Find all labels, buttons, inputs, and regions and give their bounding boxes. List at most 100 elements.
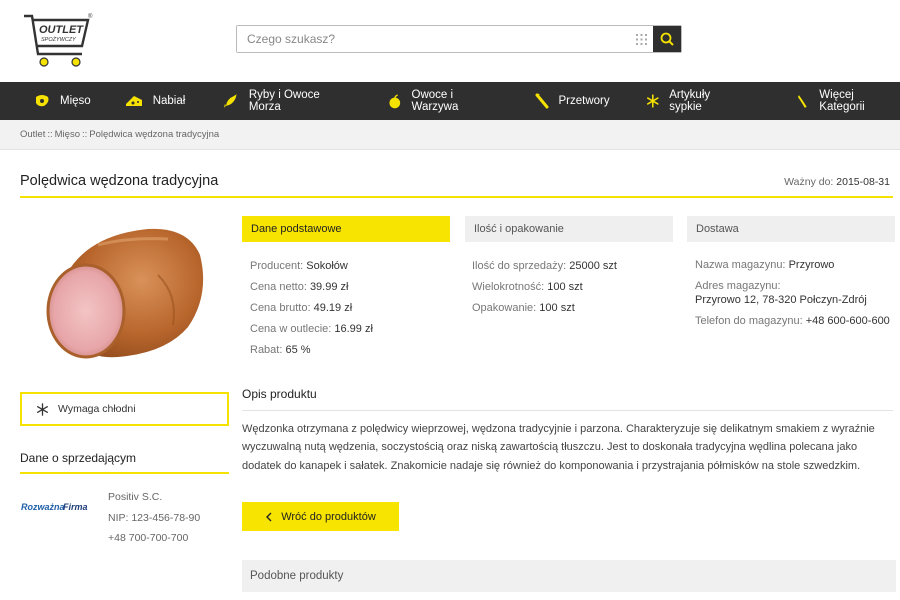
info-label: Producent: — [250, 260, 304, 272]
info-value: Przyrowo — [788, 259, 835, 271]
info-label: Telefon do magazynu: — [695, 315, 803, 327]
apple-icon — [389, 94, 401, 108]
header: OUTLET SPOŻYWCZY ® — [0, 0, 900, 82]
valid-until-label: Ważny do: — [784, 176, 834, 188]
svg-text:Firma: Firma — [63, 502, 88, 512]
info-value: 25000 szt — [569, 260, 617, 272]
info-row-phone: Telefon do magazynu: +48 600-600-600 — [695, 314, 890, 328]
svg-text:OUTLET: OUTLET — [39, 24, 84, 36]
info-row-warehouse: Nazwa magazynu: Przyrowo — [695, 258, 890, 272]
search-bar — [236, 25, 682, 53]
nav-item-label: Owoce i Warzywa — [411, 89, 459, 113]
search-button[interactable] — [653, 26, 681, 52]
info-label: Rabat: — [250, 344, 283, 356]
snowflake-icon — [37, 402, 48, 416]
tab-delivery[interactable]: Dostawa — [687, 216, 895, 242]
info-label: Cena brutto: — [250, 302, 311, 314]
info-value: 100 szt — [539, 302, 575, 314]
info-row-address-label: Adres magazynu: — [695, 280, 781, 292]
breadcrumb-separator: :: — [81, 129, 88, 140]
nav-item-label: Ryby i Owoce Morza — [248, 89, 320, 113]
basic-info-list: Producent: Sokołów Cena netto: 39.99 zł … — [250, 256, 373, 361]
tab-quantity-packaging[interactable]: Ilość i opakowanie — [465, 216, 673, 242]
breadcrumb-separator: :: — [47, 129, 53, 140]
chevron-left-icon — [266, 512, 272, 521]
info-row-gross-price: Cena brutto: 49.19 zł — [250, 298, 373, 319]
similar-products-header[interactable]: Podobne produkty — [242, 560, 896, 592]
info-row-multiplicity: Wielokrotność: 100 szt — [472, 277, 617, 298]
breadcrumb-link-outlet[interactable]: Outlet — [20, 129, 45, 140]
tab-basic-info[interactable]: Dane podstawowe — [242, 216, 450, 242]
snowflake-icon — [646, 94, 659, 108]
nav-item-fruit[interactable]: Owoce i Warzywa — [388, 82, 501, 120]
info-row-net-price: Cena netto: 39.99 zł — [250, 277, 373, 298]
nav-item-label: Nabiał — [152, 95, 186, 107]
product-image[interactable] — [38, 215, 214, 365]
more-icon — [797, 95, 807, 108]
nav-item-meat[interactable]: Mięso — [34, 82, 91, 120]
seller-heading: Dane o sprzedającym — [20, 451, 137, 465]
description-divider — [242, 410, 893, 411]
requires-cold-storage-box: Wymaga chłodni — [20, 392, 229, 426]
svg-text:SPOŻYWCZY: SPOŻYWCZY — [41, 36, 76, 43]
info-value: 39.99 zł — [309, 281, 349, 293]
info-label: Wielokrotność: — [472, 281, 545, 293]
info-value: Przyrowo 12, 78-320 Połczyn-Zdrój — [695, 294, 867, 306]
info-label: Cena netto: — [250, 281, 307, 293]
info-value: +48 600-600-600 — [805, 315, 890, 327]
info-row-address: Przyrowo 12, 78-320 Połczyn-Zdrój — [695, 293, 890, 307]
info-row-producer: Producent: Sokołów — [250, 256, 373, 277]
fish-icon — [224, 94, 237, 108]
nav-item-label: Artykuły sypkie — [669, 89, 711, 113]
info-label: Ilość do sprzedaży: — [472, 260, 567, 272]
valid-until-date: 2015-08-31 — [836, 176, 890, 188]
search-input[interactable] — [237, 26, 629, 52]
nav-item-preserves[interactable]: Przetwory — [535, 82, 610, 120]
quantity-info-list: Ilość do sprzedaży: 25000 szt Wielokrotn… — [472, 256, 617, 319]
seller-phone: +48 700-700-700 — [108, 532, 189, 544]
info-label: Nazwa magazynu: — [695, 259, 786, 271]
search-icon — [660, 32, 674, 46]
svg-text:Rozważna: Rozważna — [21, 502, 65, 512]
seller-divider — [20, 472, 229, 474]
info-label: Opakowanie: — [472, 302, 537, 314]
nav-item-dry-goods[interactable]: Artykuły sypkie — [646, 82, 744, 120]
nav-item-label: Więcej Kategorii — [819, 89, 865, 113]
info-value: 100 szt — [547, 281, 583, 293]
seller-info: Positiv S.C. NIP: 123-456-78-90 +48 700-… — [108, 487, 200, 549]
breadcrumb-link-category[interactable]: Mięso — [55, 129, 80, 140]
title-divider — [20, 196, 893, 198]
nav-item-label: Przetwory — [558, 95, 610, 107]
jar-icon — [535, 93, 549, 109]
description-heading: Opis produktu — [242, 387, 317, 401]
info-value: 65 % — [285, 344, 311, 356]
info-row-outlet-price: Cena w outlecie: 16.99 zł — [250, 319, 373, 340]
info-row-packaging: Opakowanie: 100 szt — [472, 298, 617, 319]
info-label: Cena w outlecie: — [250, 323, 332, 335]
description-text: Wędzonka otrzymana z polędwicy wieprzowe… — [242, 423, 875, 472]
info-row-discount: Rabat: 65 % — [250, 340, 373, 361]
nav-item-dairy[interactable]: Nabiał — [125, 82, 186, 120]
valid-until: Ważny do: 2015-08-31 — [784, 176, 890, 188]
nav-item-fish[interactable]: Ryby i Owoce Morza — [223, 82, 352, 120]
nav-item-more[interactable]: Więcej Kategorii — [796, 82, 900, 120]
seller-name: Positiv S.C. — [108, 491, 163, 503]
seller-logo[interactable]: Rozważna Firma — [20, 500, 94, 514]
cart-logo-icon: OUTLET SPOŻYWCZY ® — [24, 13, 93, 67]
nav-item-label: Mięso — [60, 95, 91, 107]
grid-icon[interactable] — [629, 26, 653, 52]
back-to-products-button[interactable]: Wróć do produktów — [242, 502, 399, 531]
info-value: Sokołów — [306, 260, 348, 272]
delivery-info-list: Nazwa magazynu: Przyrowo Adres magazynu:… — [695, 258, 890, 328]
cheese-icon — [125, 96, 142, 106]
info-row-quantity: Ilość do sprzedaży: 25000 szt — [472, 256, 617, 277]
breadcrumb-bar: Outlet:: Mięso:: Polędwica wędzona tradycy… — [0, 120, 900, 150]
breadcrumb: Outlet:: Mięso:: Polędwica wędzona tradycy… — [20, 129, 219, 140]
page-title: Polędwica wędzona tradycyjna — [20, 173, 219, 189]
logo[interactable]: OUTLET SPOŻYWCZY ® — [22, 10, 96, 72]
info-value: 16.99 zł — [334, 323, 373, 335]
info-value: 49.19 zł — [313, 302, 353, 314]
category-nav: Mięso Nabiał Ryby i Owoce Morza Owoce i … — [0, 82, 900, 120]
breadcrumb-current: Polędwica wędzona tradycyjna — [89, 129, 220, 140]
cold-storage-label: Wymaga chłodni — [58, 403, 136, 415]
